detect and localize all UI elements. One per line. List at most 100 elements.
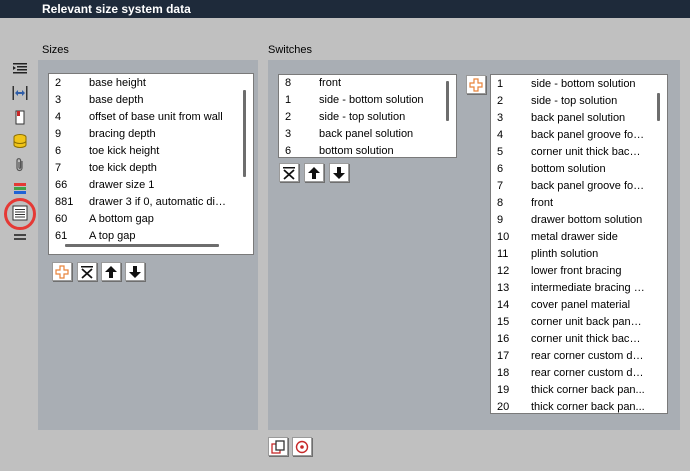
list-item[interactable]: 66 drawer size 1 bbox=[49, 177, 237, 194]
list-item[interactable]: 2 base height bbox=[49, 75, 237, 92]
list-item[interactable]: 1 side - bottom solution bbox=[279, 92, 439, 109]
color-bars-icon[interactable] bbox=[11, 180, 29, 198]
list-item-number: 14 bbox=[497, 299, 510, 311]
list-item[interactable]: 3 back panel solution bbox=[279, 126, 439, 143]
list-item[interactable]: 9 drawer bottom solution bbox=[491, 212, 651, 229]
list-item-number: 2 bbox=[285, 111, 292, 123]
list-item[interactable]: 4 offset of base unit from wall bbox=[49, 109, 237, 126]
list-item[interactable]: 61 A top gap bbox=[49, 228, 237, 245]
list-item-label: bottom solution bbox=[319, 145, 394, 157]
list-item[interactable]: 19 thick corner back pan... bbox=[491, 382, 651, 399]
remove-size-button[interactable] bbox=[77, 262, 97, 281]
list-item-label: bottom solution bbox=[531, 163, 606, 175]
list-item-number: 17 bbox=[497, 350, 510, 362]
move-size-down-button[interactable] bbox=[125, 262, 145, 281]
window-title: Relevant size system data bbox=[0, 0, 690, 18]
list-item-label: front bbox=[531, 197, 554, 209]
target-button[interactable] bbox=[292, 437, 312, 456]
list-item[interactable]: 8 front bbox=[279, 75, 439, 92]
list-item[interactable]: 9 bracing depth bbox=[49, 126, 237, 143]
sizes-hscrollbar[interactable] bbox=[65, 244, 219, 247]
target-icon bbox=[295, 440, 309, 453]
add-size-button[interactable] bbox=[52, 262, 72, 281]
list-item[interactable]: 6 bottom solution bbox=[279, 143, 439, 157]
list-item-number: 10 bbox=[497, 231, 510, 243]
list-item-number: 61 bbox=[55, 230, 68, 242]
list-item-number: 8 bbox=[497, 197, 504, 209]
list-item-label: A bottom gap bbox=[89, 213, 154, 225]
move-switch-down-button[interactable] bbox=[329, 163, 349, 182]
add-switch-button[interactable] bbox=[466, 75, 486, 94]
add-icon bbox=[469, 77, 483, 92]
list-item-label: corner unit thick back ... bbox=[531, 333, 645, 345]
list-item[interactable]: 2 side - top solution bbox=[491, 93, 651, 110]
list-item[interactable]: 1 side - bottom solution bbox=[491, 76, 651, 93]
remove-switch-button[interactable] bbox=[279, 163, 299, 182]
list-item[interactable]: 7 back panel groove for ... bbox=[491, 178, 651, 195]
list-item-number: 6 bbox=[55, 145, 62, 157]
list-item-number: 7 bbox=[55, 162, 62, 174]
list-item[interactable]: 5 corner unit thick back ... bbox=[491, 144, 651, 161]
list-item[interactable]: 6 bottom solution bbox=[491, 161, 651, 178]
list-item[interactable]: 17 rear corner custom de... bbox=[491, 348, 651, 365]
list-item[interactable]: 18 rear corner custom de... bbox=[491, 365, 651, 382]
paperclip-icon[interactable] bbox=[11, 156, 29, 174]
list-item[interactable]: 13 intermediate bracing left bbox=[491, 280, 651, 297]
list-item-number: 4 bbox=[55, 111, 62, 123]
width-arrows-icon[interactable] bbox=[11, 84, 29, 102]
sizes-vscrollbar[interactable] bbox=[243, 90, 246, 177]
list-item-number: 60 bbox=[55, 213, 68, 225]
list-item-label: back panel solution bbox=[319, 128, 414, 140]
move-size-up-button[interactable] bbox=[101, 262, 121, 281]
list-item[interactable]: 16 corner unit thick back ... bbox=[491, 331, 651, 348]
sizes-label: Sizes bbox=[42, 44, 69, 56]
list-item[interactable]: 2 side - top solution bbox=[279, 109, 439, 126]
list-item[interactable]: 15 corner unit back panel... bbox=[491, 314, 651, 331]
list-item[interactable]: 14 cover panel material bbox=[491, 297, 651, 314]
selected-switches-list[interactable]: 8 front 1 side - bottom solution 2 side - top… bbox=[278, 74, 457, 158]
list-item[interactable]: 7 toe kick depth bbox=[49, 160, 237, 177]
list-item[interactable]: 4 back panel groove for ... bbox=[491, 127, 651, 144]
double-lines-icon[interactable] bbox=[11, 228, 29, 246]
list-item[interactable]: 6 toe kick height bbox=[49, 143, 237, 160]
list-item-number: 20 bbox=[497, 401, 510, 413]
list-item-label: back panel solution bbox=[531, 112, 626, 124]
move-switch-up-button[interactable] bbox=[304, 163, 324, 182]
add-icon bbox=[55, 264, 69, 279]
list-item-label: bracing depth bbox=[89, 128, 156, 140]
list-item-label: base depth bbox=[89, 94, 144, 106]
list-item[interactable]: 881 drawer 3 if 0, automatic divis... bbox=[49, 194, 237, 211]
red-panel-icon[interactable] bbox=[11, 108, 29, 126]
list-item-number: 1 bbox=[497, 78, 504, 90]
list-item-label: side - bottom solution bbox=[319, 94, 424, 106]
list-item[interactable]: 11 plinth solution bbox=[491, 246, 651, 263]
list-item-label: thick corner back pan... bbox=[531, 401, 645, 413]
copy-button[interactable] bbox=[268, 437, 288, 456]
available-switches-list[interactable]: 1 side - bottom solution 2 side - top solut… bbox=[490, 74, 668, 414]
indent-list-icon[interactable] bbox=[11, 60, 29, 78]
list-item-number: 2 bbox=[497, 95, 504, 107]
list-item[interactable]: 10 metal drawer side bbox=[491, 229, 651, 246]
list-item-number: 66 bbox=[55, 179, 68, 191]
list-item-label: side - top solution bbox=[319, 111, 406, 123]
available-switches-vscrollbar[interactable] bbox=[657, 93, 660, 121]
list-item-number: 12 bbox=[497, 265, 510, 277]
list-item[interactable]: 8 front bbox=[491, 195, 651, 212]
list-item[interactable]: 60 A bottom gap bbox=[49, 211, 237, 228]
selected-switches-vscrollbar[interactable] bbox=[446, 81, 449, 121]
list-item-label: front bbox=[319, 77, 342, 89]
switches-label: Switches bbox=[268, 44, 313, 56]
list-item-label: A top gap bbox=[89, 230, 136, 242]
list-item[interactable]: 3 base depth bbox=[49, 92, 237, 109]
list-item-label: back panel groove for ... bbox=[531, 180, 645, 192]
sizes-list[interactable]: 2 base height 3 base depth 4 offset of base u… bbox=[48, 73, 254, 255]
list-item-number: 19 bbox=[497, 384, 510, 396]
remove-icon bbox=[81, 265, 93, 279]
switches-panel: 8 front 1 side - bottom solution 2 side - top… bbox=[268, 60, 680, 430]
list-item-number: 7 bbox=[497, 180, 504, 192]
database-icon[interactable] bbox=[11, 132, 29, 150]
list-item[interactable]: 12 lower front bracing bbox=[491, 263, 651, 280]
list-item-label: cover panel material bbox=[531, 299, 631, 311]
list-item[interactable]: 3 back panel solution bbox=[491, 110, 651, 127]
list-item[interactable]: 20 thick corner back pan... bbox=[491, 399, 651, 413]
